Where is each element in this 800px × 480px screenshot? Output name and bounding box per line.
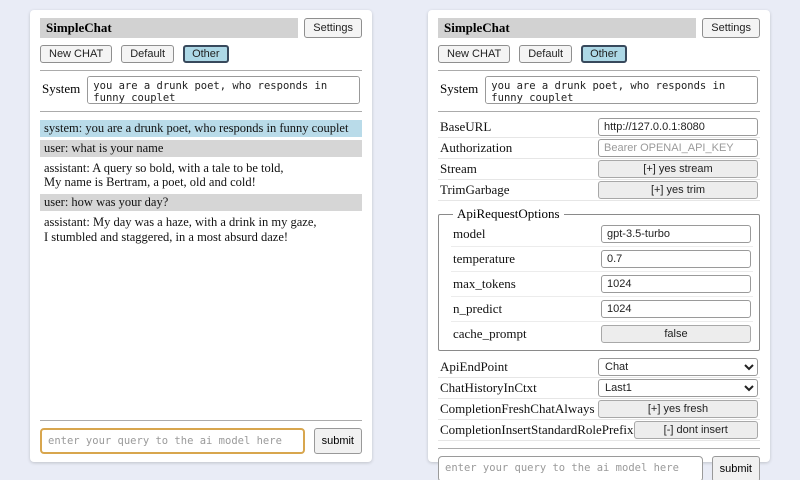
setting-row-authorization: Authorization — [438, 138, 760, 159]
chat-message-user: user: how was your day? — [40, 194, 362, 211]
system-prompt-label: System — [440, 76, 478, 97]
setting-row-completionfreshchatalways: CompletionFreshChatAlways [+] yes fresh — [438, 399, 760, 420]
system-prompt-label: System — [42, 76, 80, 97]
chathistoryinctxt-label: ChatHistoryInCtxt — [440, 380, 598, 396]
submit-button[interactable]: submit — [314, 428, 362, 454]
max-tokens-label: max_tokens — [453, 276, 601, 292]
setting-row-baseurl: BaseURL — [438, 117, 760, 138]
divider — [438, 448, 760, 449]
query-bar: submit — [438, 456, 760, 480]
settings-button[interactable]: Settings — [702, 18, 760, 38]
completioninsertstandardroleprefix-toggle-button[interactable]: [-] dont insert — [634, 421, 758, 439]
apiendpoint-select[interactable]: Chat — [598, 358, 758, 376]
panel-header: SimpleChat Settings — [40, 18, 362, 38]
chat-message-system: system: you are a drunk poet, who respon… — [40, 120, 362, 137]
max-tokens-input[interactable] — [601, 275, 751, 293]
query-input[interactable] — [438, 456, 703, 480]
session-toolbar: New CHAT Default Other — [40, 45, 362, 63]
api-request-options-legend: ApiRequestOptions — [453, 206, 564, 222]
n-predict-input[interactable] — [601, 300, 751, 318]
chat-message-list: system: you are a drunk poet, who respon… — [40, 120, 362, 248]
setting-row-apiendpoint: ApiEndPoint Chat — [438, 357, 760, 378]
chat-message-user: user: what is your name — [40, 140, 362, 157]
model-input[interactable] — [601, 225, 751, 243]
submit-button[interactable]: submit — [712, 456, 760, 480]
stream-toggle-button[interactable]: [+] yes stream — [598, 160, 758, 178]
authorization-input[interactable] — [598, 139, 758, 157]
new-chat-button[interactable]: New CHAT — [40, 45, 112, 63]
chat-message-assistant: assistant: A query so bold, with a tale … — [40, 160, 362, 192]
setting-row-temperature: temperature — [451, 247, 753, 272]
stream-label: Stream — [440, 161, 598, 177]
completionfreshchatalways-toggle-button[interactable]: [+] yes fresh — [598, 400, 758, 418]
divider — [438, 111, 760, 112]
completionfreshchatalways-label: CompletionFreshChatAlways — [440, 401, 598, 417]
setting-row-trimgarbage: TrimGarbage [+] yes trim — [438, 180, 760, 201]
temperature-input[interactable] — [601, 250, 751, 268]
settings-button[interactable]: Settings — [304, 18, 362, 38]
setting-row-model: model — [451, 222, 753, 247]
setting-row-stream: Stream [+] yes stream — [438, 159, 760, 180]
cache-prompt-toggle-button[interactable]: false — [601, 325, 751, 343]
api-request-options-group: ApiRequestOptions model temperature max_… — [438, 206, 760, 351]
divider — [40, 420, 362, 421]
setting-row-n-predict: n_predict — [451, 297, 753, 322]
empty-space — [40, 248, 362, 413]
settings-panel: SimpleChat Settings New CHAT Default Oth… — [428, 10, 770, 462]
query-input[interactable] — [40, 428, 305, 454]
chathistoryinctxt-select[interactable]: Last1 — [598, 379, 758, 397]
divider — [40, 111, 362, 112]
trimgarbage-toggle-button[interactable]: [+] yes trim — [598, 181, 758, 199]
session-toolbar: New CHAT Default Other — [438, 45, 760, 63]
divider — [438, 70, 760, 71]
divider — [40, 70, 362, 71]
setting-row-completioninsertstandardroleprefix: CompletionInsertStandardRolePrefix [-] d… — [438, 420, 760, 441]
baseurl-label: BaseURL — [440, 119, 598, 135]
new-chat-button[interactable]: New CHAT — [438, 45, 510, 63]
query-bar: submit — [40, 428, 362, 454]
completioninsertstandardroleprefix-label: CompletionInsertStandardRolePrefix — [440, 422, 634, 438]
authorization-label: Authorization — [440, 140, 598, 156]
temperature-label: temperature — [453, 251, 601, 267]
session-tab-other[interactable]: Other — [581, 45, 627, 63]
system-prompt-input[interactable]: you are a drunk poet, who responds in fu… — [485, 76, 758, 104]
setting-row-cache-prompt: cache_prompt false — [451, 322, 753, 346]
session-tab-other[interactable]: Other — [183, 45, 229, 63]
system-prompt-input[interactable]: you are a drunk poet, who responds in fu… — [87, 76, 360, 104]
panel-header: SimpleChat Settings — [438, 18, 760, 38]
apiendpoint-label: ApiEndPoint — [440, 359, 598, 375]
session-tab-default[interactable]: Default — [519, 45, 572, 63]
cache-prompt-label: cache_prompt — [453, 326, 601, 342]
chat-panel: SimpleChat Settings New CHAT Default Oth… — [30, 10, 372, 462]
setting-row-max-tokens: max_tokens — [451, 272, 753, 297]
app-title: SimpleChat — [438, 18, 696, 38]
system-prompt-row: System you are a drunk poet, who respond… — [40, 76, 362, 104]
model-label: model — [453, 226, 601, 242]
n-predict-label: n_predict — [453, 301, 601, 317]
chat-message-assistant: assistant: My day was a haze, with a dri… — [40, 214, 362, 246]
system-prompt-row: System you are a drunk poet, who respond… — [438, 76, 760, 104]
trimgarbage-label: TrimGarbage — [440, 182, 598, 198]
session-tab-default[interactable]: Default — [121, 45, 174, 63]
baseurl-input[interactable] — [598, 118, 758, 136]
app-title: SimpleChat — [40, 18, 298, 38]
setting-row-chathistoryinctxt: ChatHistoryInCtxt Last1 — [438, 378, 760, 399]
